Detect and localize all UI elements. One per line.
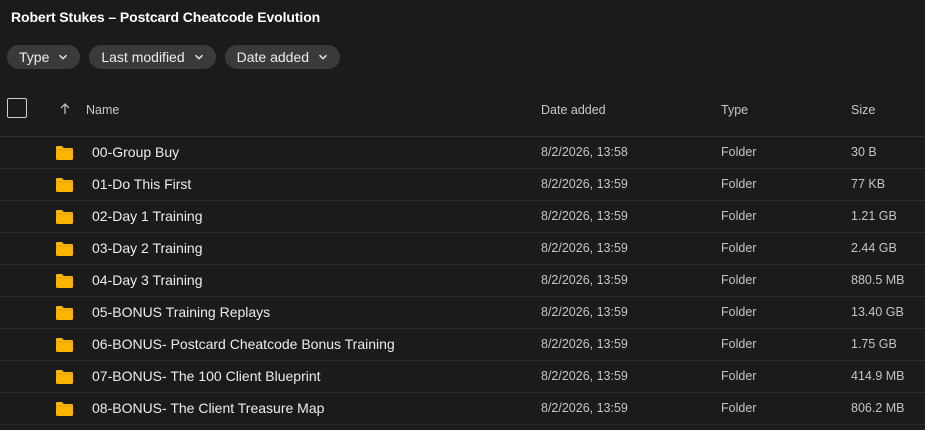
row-name[interactable]: 01-Do This First [92,176,191,192]
table-row[interactable]: 07-BONUS- The 100 Client Blueprint 8/2/20… [0,361,925,393]
row-name[interactable]: 08-BONUS- The Client Treasure Map [92,400,324,416]
page-title: Robert Stukes – Postcard Cheatcode Evolu… [11,9,321,25]
table-row[interactable]: 03-Day 2 Training 8/2/2026, 13:59 Folder 2.… [0,233,925,265]
column-header-type[interactable]: Type [721,103,748,117]
filter-date-added-chip[interactable]: Date added [224,45,341,69]
folder-icon [56,402,73,416]
chevron-down-icon [59,54,68,60]
row-name[interactable]: 02-Day 1 Training [92,208,203,224]
folder-icon [56,338,73,352]
row-date-added: 8/2/2026, 13:59 [541,273,628,287]
filter-type-chip[interactable]: Type [7,45,81,69]
row-size: 414.9 MB [851,369,905,383]
row-type: Folder [721,209,757,223]
row-size: 1.75 GB [851,337,897,351]
row-name[interactable]: 03-Day 2 Training [92,240,203,256]
row-name[interactable]: 06-BONUS- Postcard Cheatcode Bonus Train… [92,336,395,352]
table-row[interactable]: 00-Group Buy 8/2/2026, 13:58 Folder 30 B [0,137,925,169]
folder-icon [56,210,73,224]
filter-last-modified-chip[interactable]: Last modified [89,45,216,69]
filter-date-added-label: Date added [236,49,310,65]
row-date-added: 8/2/2026, 13:59 [541,305,628,319]
column-header-date-added[interactable]: Date added [541,103,606,117]
chevron-down-icon [194,54,203,60]
folder-icon [56,242,73,256]
row-size: 1.21 GB [851,209,897,223]
row-type: Folder [721,369,757,383]
row-size: 880.5 MB [851,273,905,287]
filter-last-modified-label: Last modified [101,49,185,65]
row-type: Folder [721,241,757,255]
table-header: Name Date added Type Size [0,94,925,137]
filter-bar: Type Last modified Date added [7,45,341,69]
folder-icon [56,306,73,320]
folder-icon [56,178,73,192]
row-type: Folder [721,305,757,319]
folder-icon [56,274,73,288]
chevron-down-icon [319,54,328,60]
row-name[interactable]: 00-Group Buy [92,144,179,160]
folder-icon [56,370,73,384]
row-date-added: 8/2/2026, 13:59 [541,401,628,415]
row-date-added: 8/2/2026, 13:59 [541,337,628,351]
row-type: Folder [721,145,757,159]
table-row[interactable]: 04-Day 3 Training 8/2/2026, 13:59 Folder 88… [0,265,925,297]
row-size: 13.40 GB [851,305,904,319]
row-size: 2.44 GB [851,241,897,255]
row-name[interactable]: 05-BONUS Training Replays [92,304,270,320]
row-date-added: 8/2/2026, 13:59 [541,209,628,223]
folder-icon [56,146,73,160]
row-type: Folder [721,273,757,287]
row-date-added: 8/2/2026, 13:59 [541,177,628,191]
table-row[interactable]: 05-BONUS Training Replays 8/2/2026, 13:59… [0,297,925,329]
file-list: 00-Group Buy 8/2/2026, 13:58 Folder 30 B 01-… [0,137,925,425]
row-size: 806.2 MB [851,401,905,415]
row-type: Folder [721,177,757,191]
row-type: Folder [721,401,757,415]
file-browser: Robert Stukes – Postcard Cheatcode Evolu… [0,0,925,430]
row-name[interactable]: 07-BONUS- The 100 Client Blueprint [92,368,321,384]
table-row[interactable]: 02-Day 1 Training 8/2/2026, 13:59 Folder 1.… [0,201,925,233]
table-row[interactable]: 06-BONUS- Postcard Cheatcode Bonus Train… [0,329,925,361]
row-date-added: 8/2/2026, 13:58 [541,145,628,159]
table-row[interactable]: 01-Do This First 8/2/2026, 13:59 Folder 77 … [0,169,925,201]
column-header-name[interactable]: Name [86,103,119,117]
row-date-added: 8/2/2026, 13:59 [541,241,628,255]
row-size: 77 KB [851,177,886,191]
row-date-added: 8/2/2026, 13:59 [541,369,628,383]
filter-type-label: Type [19,49,50,65]
column-header-size[interactable]: Size [851,103,875,117]
row-name[interactable]: 04-Day 3 Training [92,272,203,288]
select-all-checkbox[interactable] [7,98,27,118]
row-size: 30 B [851,145,877,159]
table-row[interactable]: 08-BONUS- The Client Treasure Map 8/2/202… [0,393,925,425]
sort-arrow-up-icon[interactable] [59,102,71,116]
row-type: Folder [721,337,757,351]
